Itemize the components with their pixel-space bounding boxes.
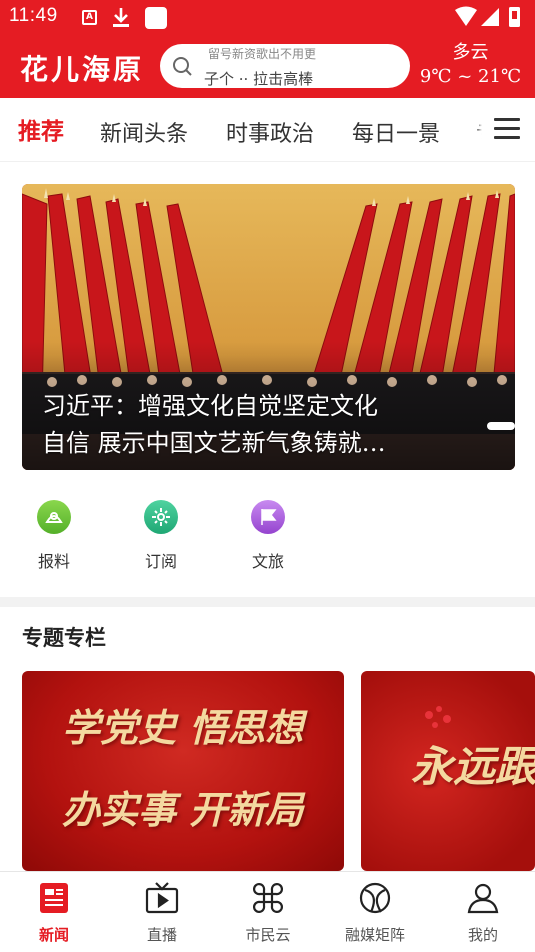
special-card-1[interactable]: 学党史 悟思想 办实事 开新局	[22, 671, 344, 871]
tab-politics[interactable]: 时事政治	[226, 116, 314, 148]
search-hint-line2: 子个 ·· 拉击高棒	[204, 70, 314, 88]
status-bar: 11:49 A	[0, 0, 535, 34]
nav-live[interactable]: 直播	[122, 880, 202, 945]
quick-entry-report[interactable]: 报料	[24, 500, 84, 572]
quick-entry-subscribe-label: 订阅	[144, 552, 177, 571]
headline-banner[interactable]: 习近平：增强文化自觉坚定文化 自信 展示中国文艺新气象铸就…	[22, 184, 515, 470]
app-square-icon	[145, 7, 167, 29]
section-divider	[0, 597, 535, 607]
app-header: 花儿海原 留号新资歌出不用更 子个 ·· 拉击高棒 多云 9℃ ~ 21℃	[0, 34, 535, 98]
quick-entry-subscribe[interactable]: 订阅	[131, 500, 191, 572]
search-bar[interactable]: 留号新资歌出不用更 子个 ·· 拉击高棒	[160, 44, 410, 88]
bottom-navigation: 新闻 直播 市民云 融媒矩阵 我的	[0, 871, 535, 952]
quick-entry-report-label: 报料	[37, 552, 70, 571]
wifi-icon	[455, 6, 477, 26]
weather-widget[interactable]: 多云 9℃ ~ 21℃	[418, 38, 523, 87]
special-card-1-line1: 学党史 悟思想	[62, 705, 304, 750]
banner-pager	[475, 422, 515, 432]
menu-icon	[494, 118, 520, 140]
nav-profile-label: 我的	[467, 926, 498, 944]
search-icon	[173, 57, 192, 76]
tabs-menu-button[interactable]	[482, 98, 535, 161]
subscribe-icon	[144, 500, 178, 534]
nav-media-matrix[interactable]: 融媒矩阵	[335, 880, 415, 945]
tab-headlines[interactable]: 新闻头条	[100, 116, 188, 148]
special-card-2[interactable]: 永远跟	[361, 671, 535, 871]
status-time: 11:49	[9, 5, 58, 26]
download-icon	[113, 8, 129, 27]
signal-wifi-battery-icons	[455, 6, 520, 27]
profile-icon	[467, 883, 499, 914]
signal-icon	[481, 8, 499, 26]
nav-profile[interactable]: 我的	[443, 880, 523, 945]
tab-recommend[interactable]: 推荐	[18, 112, 64, 146]
news-icon	[40, 883, 68, 913]
nav-news-label: 新闻	[38, 926, 69, 944]
search-hint-line1: 留号新资歌出不用更	[208, 47, 317, 61]
report-icon	[37, 500, 71, 534]
special-card-1-line2: 办实事 开新局	[62, 787, 304, 832]
a-notification-icon: A	[82, 10, 97, 25]
nav-citizen-cloud[interactable]: 市民云	[228, 880, 308, 945]
tab-daily-scene[interactable]: 每日一景	[352, 116, 440, 148]
weather-condition: 多云	[452, 42, 489, 63]
special-card-2-text: 永远跟	[411, 742, 535, 791]
banner-caption-line2: 自信 展示中国文艺新气象铸就…	[42, 429, 386, 457]
special-section-title: 专题专栏	[22, 626, 106, 650]
quick-entry-travel[interactable]: 文旅	[238, 500, 298, 572]
banner-pager-active-dot	[487, 422, 515, 430]
nav-live-label: 直播	[146, 926, 177, 944]
quick-entry-travel-label: 文旅	[251, 552, 284, 571]
live-tv-icon	[145, 882, 179, 914]
nav-media-matrix-label: 融媒矩阵	[344, 926, 405, 944]
media-matrix-icon	[359, 882, 391, 914]
travel-flag-icon	[251, 500, 285, 534]
category-tabs: 推荐 新闻头条 时事政治 每日一景 专	[0, 98, 535, 162]
weather-temperature: 9℃ ~ 21℃	[419, 66, 522, 87]
banner-caption: 习近平：增强文化自觉坚定文化 自信 展示中国文艺新气象铸就…	[42, 388, 442, 462]
nav-citizen-cloud-label: 市民云	[245, 926, 291, 944]
app-title: 花儿海原	[20, 53, 145, 86]
nav-news[interactable]: 新闻	[14, 880, 94, 945]
banner-caption-line1: 习近平：增强文化自觉坚定文化	[42, 392, 378, 420]
citizen-cloud-icon	[253, 883, 283, 913]
